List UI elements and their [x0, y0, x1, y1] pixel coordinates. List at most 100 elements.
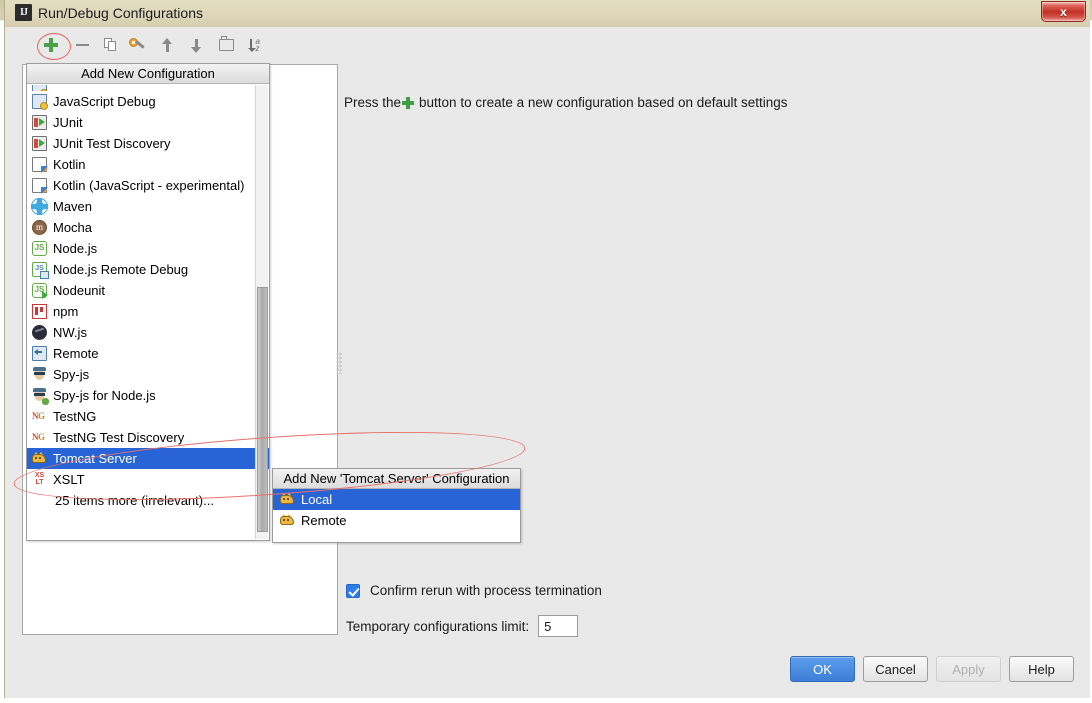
testng-icon: NG: [32, 411, 45, 421]
wrench-gear-icon: [129, 37, 145, 53]
list-item-spy-js-for-nodejs[interactable]: Spy-js for Node.js: [27, 385, 269, 406]
arrow-up-icon: [161, 37, 173, 53]
submenu-item-local[interactable]: Local: [273, 489, 520, 510]
list-item-testng-test-discovery[interactable]: NG TestNG Test Discovery: [27, 427, 269, 448]
move-up-button[interactable]: [154, 32, 180, 58]
tomcat-icon: [32, 451, 47, 466]
xslt-icon: XS LT: [34, 472, 45, 486]
list-item-xslt[interactable]: XS LT XSLT: [27, 469, 269, 490]
confirm-rerun-checkbox[interactable]: [346, 583, 360, 598]
sort-configurations-button[interactable]: az: [243, 32, 269, 58]
list-item-label: Spy-js: [53, 367, 90, 382]
mocha-icon: m: [32, 220, 47, 235]
tomcat-server-submenu: Add New 'Tomcat Server' Configuration Lo…: [272, 468, 521, 543]
list-item-label: JUnit Test Discovery: [53, 136, 171, 151]
popup-scrollbar-track[interactable]: [255, 85, 268, 539]
list-item-spy-js[interactable]: Spy-js: [27, 364, 269, 385]
dialog-titlebar[interactable]: IJ Run/Debug Configurations x: [5, 0, 1090, 27]
spy-js-icon: [32, 367, 47, 382]
dialog-title: Run/Debug Configurations: [38, 5, 203, 21]
list-item-nwjs[interactable]: NW.js: [27, 322, 269, 343]
intellij-logo-text: IJ: [20, 6, 28, 18]
list-item-label: JavaScript Debug: [53, 94, 156, 109]
spy-js-node-icon: [32, 388, 49, 405]
temporary-limit-label: Temporary configurations limit:: [346, 618, 530, 634]
list-item-label: Mocha: [53, 220, 93, 235]
ok-button[interactable]: OK: [790, 656, 855, 682]
list-item-label: Nodeunit: [53, 283, 106, 298]
remote-icon: [32, 346, 47, 361]
edit-defaults-button[interactable]: [124, 32, 150, 58]
maven-icon: [31, 198, 48, 215]
panel-splitter-handle[interactable]: [336, 352, 342, 374]
junit-icon: [32, 136, 47, 151]
popup-item-list: JavaScript Debug JUnit JUnit Test Discov…: [27, 85, 269, 540]
list-item-label: NW.js: [53, 325, 87, 340]
folder-icon: [218, 36, 234, 51]
list-item-more-items[interactable]: 25 items more (irrelevant)...: [27, 490, 269, 511]
nwjs-icon: [32, 325, 47, 340]
list-item-label: Node.js: [53, 241, 98, 256]
copy-configuration-button[interactable]: [97, 32, 123, 58]
list-item-label: Remote: [53, 346, 99, 361]
tomcat-icon: [280, 513, 295, 528]
list-item-javascript-debug[interactable]: JavaScript Debug: [27, 91, 269, 112]
list-item-nodejs-remote-debug[interactable]: JS Node.js Remote Debug: [27, 259, 269, 280]
move-down-button[interactable]: [183, 32, 209, 58]
kotlin-icon: [32, 178, 48, 194]
nodejs-remote-debug-icon: JS: [32, 262, 49, 279]
npm-icon: [32, 304, 47, 319]
junit-icon: [32, 115, 47, 130]
sort-alpha-icon: az: [247, 37, 264, 53]
cancel-button[interactable]: Cancel: [863, 656, 928, 682]
list-item-maven[interactable]: Maven: [27, 196, 269, 217]
popup-title: Add New Configuration: [27, 64, 269, 84]
new-folder-button[interactable]: [213, 32, 239, 58]
confirm-rerun-row[interactable]: Confirm rerun with process termination: [346, 583, 602, 598]
list-item-label: Node.js Remote Debug: [53, 262, 189, 277]
list-item-npm[interactable]: npm: [27, 301, 269, 322]
close-icon: x: [1060, 4, 1067, 19]
list-item-label: TestNG Test Discovery: [53, 430, 185, 445]
add-new-configuration-popup: Add New Configuration JavaScript Debug J…: [26, 63, 270, 541]
list-item-remote[interactable]: Remote: [27, 343, 269, 364]
confirm-rerun-label: Confirm rerun with process termination: [370, 583, 602, 598]
list-item-label: Spy-js for Node.js: [53, 388, 156, 403]
list-item-label: Kotlin: [53, 157, 86, 172]
minus-icon: [75, 44, 89, 46]
list-item-junit[interactable]: JUnit: [27, 112, 269, 133]
plus-icon: [44, 38, 58, 52]
help-button[interactable]: Help: [1009, 656, 1074, 682]
list-item-label: TestNG: [53, 409, 97, 424]
list-item-testng[interactable]: NG TestNG: [27, 406, 269, 427]
dialog-content: az Press the button to create a new conf…: [5, 27, 1090, 698]
nodeunit-icon: JS: [32, 283, 48, 299]
list-item-nodeunit[interactable]: JS Nodeunit: [27, 280, 269, 301]
list-item-label: 25 items more (irrelevant)...: [55, 493, 214, 508]
list-item-junit-test-discovery[interactable]: JUnit Test Discovery: [27, 133, 269, 154]
kotlin-icon: [32, 157, 48, 173]
list-item-mocha[interactable]: m Mocha: [27, 217, 269, 238]
copy-icon: [103, 38, 117, 52]
list-item-label: npm: [53, 304, 79, 319]
list-item-nodejs[interactable]: JS Node.js: [27, 238, 269, 259]
list-item-tomcat-server[interactable]: Tomcat Server: [27, 448, 269, 469]
list-item-label: Tomcat Server: [53, 451, 137, 466]
dialog-button-bar: OK Cancel Apply Help: [5, 656, 1090, 696]
submenu-item-remote[interactable]: Remote: [273, 510, 520, 531]
close-window-button[interactable]: x: [1041, 1, 1086, 22]
list-item-label: XSLT: [53, 472, 85, 487]
remove-configuration-button[interactable]: [69, 32, 95, 58]
temporary-limit-input[interactable]: [538, 615, 579, 637]
screen: Code (Version) IJ Run/Debug Configuratio…: [0, 0, 1092, 703]
nodejs-icon: JS: [32, 241, 47, 256]
add-configuration-button[interactable]: [38, 32, 64, 58]
submenu-item-label: Local: [301, 492, 333, 507]
list-item-kotlin-javascript[interactable]: Kotlin (JavaScript - experimental): [27, 175, 269, 196]
tomcat-icon: [280, 492, 295, 507]
intellij-logo-icon: IJ: [15, 4, 32, 21]
run-debug-configurations-dialog: IJ Run/Debug Configurations x a z Press …: [4, 0, 1090, 698]
list-item-kotlin[interactable]: Kotlin: [27, 154, 269, 175]
list-item-label: Kotlin (JavaScript - experimental): [53, 178, 245, 193]
popup-scrollbar-thumb[interactable]: [257, 287, 268, 532]
